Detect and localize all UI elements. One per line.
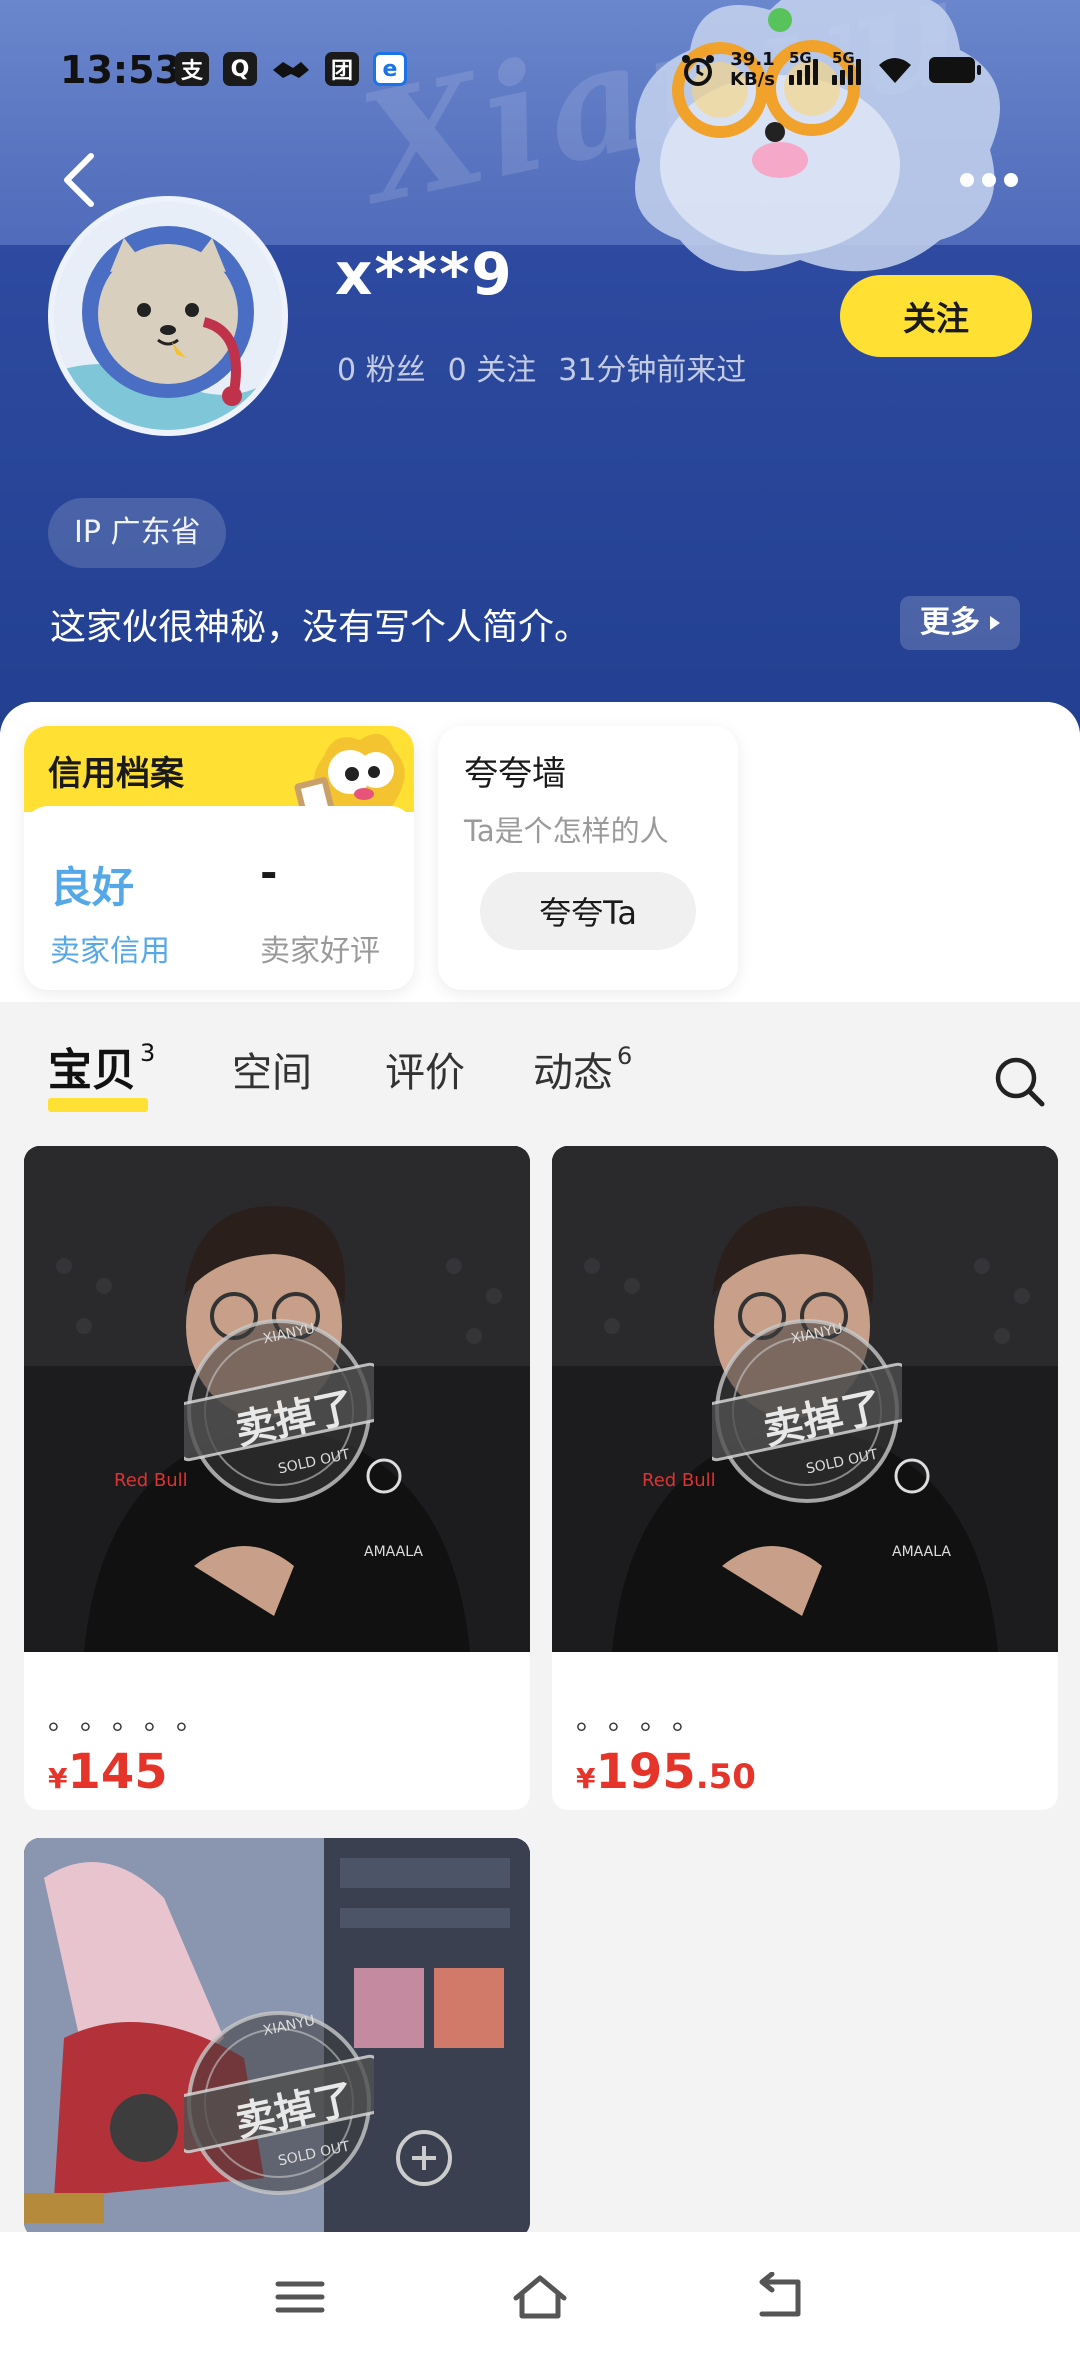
network-speed-unit: KB/s [730,69,775,90]
tab-reviews[interactable]: 评价 [385,1040,465,1098]
tab-reviews-label: 评价 [385,1050,465,1096]
handshake-icon [273,62,309,78]
item-card[interactable]: 卖掉了 XIANYU SOLD OUT [24,1838,530,2238]
price-integer: 195 [595,1744,696,1800]
item-card[interactable]: Red Bull AMAALA 卖掉了 XIANYU SOLD OUT 。。。。… [24,1146,530,1810]
username: x***9 [335,240,514,308]
seller-credit-label: 卖家信用 [50,934,170,969]
svg-text:AMAALA: AMAALA [892,1544,951,1560]
active-tab-indicator [48,1098,148,1112]
svg-text:AMAALA: AMAALA [364,1544,423,1560]
tab-activity-label: 动态 [533,1050,613,1096]
status-right: 39.1 KB/s 5G 5G [680,49,981,90]
svg-text:Red Bull: Red Bull [114,1470,188,1491]
avatar[interactable] [48,196,288,436]
dot-icon [960,173,974,187]
tab-items-label: 宝贝 [48,1045,136,1096]
caret-right-icon [990,616,1000,630]
credit-card-body: 良好 卖家信用 - 卖家好评 [24,806,414,990]
tab-items-count: 3 [140,1039,156,1068]
seller-review-label: 卖家好评 [260,934,380,969]
alipay-icon: 支 [175,52,209,86]
sim1-label: 5G [788,49,812,67]
price-decimal: .50 [695,1757,756,1797]
sim2-label: 5G [831,49,855,67]
item-image: Red Bull AMAALA 卖掉了 XIANYU SOLD OUT [24,1146,530,1652]
item-image: Red Bull AMAALA 卖掉了 XIANYU SOLD OUT [552,1146,1058,1652]
system-navigation-bar [0,2232,1080,2358]
credit-card-title: 信用档案 [48,754,184,794]
tab-activity[interactable]: 动态 6 [533,1040,632,1098]
search-icon[interactable] [992,1054,1048,1110]
qq-icon: Q [223,52,257,86]
fans-count[interactable]: 0 粉丝 [337,345,426,389]
praise-wall-subtitle: Ta是个怎样的人 [464,814,669,848]
back-nav-icon[interactable] [750,2272,810,2322]
bio-text: 这家伙很神秘，没有写个人简介。 [50,607,591,648]
meituan-icon: 团 [325,52,359,86]
dot-icon [1004,173,1018,187]
status-app-icons: 支 Q 团 e [175,52,407,86]
item-price: ¥145 [48,1744,168,1800]
battery-icon [928,57,981,83]
follow-button[interactable]: 关注 [840,275,1032,357]
menu-icon[interactable] [270,2272,330,2322]
network-speed-value: 39.1 [730,49,775,70]
profile-stats: 0 粉丝 0 关注 31分钟前来过 [337,345,746,389]
content-sheet: 信用档案 良好 卖家信用 - 卖家好评 夸夸墙 Ta是个怎样的人 夸夸Ta 宝贝… [0,702,1080,2252]
signal-icon-sim2: 5G [831,49,861,85]
avatar-image [54,202,282,430]
status-bar: 13:53 支 Q 团 e 39.1 KB/s 5G 5G [0,0,1080,150]
dot-icon [982,173,996,187]
tab-items[interactable]: 宝贝 3 [48,1034,155,1098]
network-speed: 39.1 KB/s [730,50,775,90]
ip-location-tag: IP 广东省 [48,498,227,568]
wifi-icon [878,58,911,83]
item-card[interactable]: Red Bull AMAALA 卖掉了 XIANYU SOLD OUT 。。。。… [552,1146,1058,1810]
seller-review-value: - [260,848,278,897]
status-time: 13:53 [60,48,181,92]
item-title: 。。。。。 [48,1703,223,1736]
back-button[interactable] [55,150,105,210]
message-app-icon: e [373,52,407,86]
alarm-icon [682,55,714,86]
signal-icon-sim1: 5G [788,49,818,85]
profile-tabs: 宝贝 3 空间 评价 动态 6 [0,1002,1080,1122]
svg-text:Red Bull: Red Bull [642,1470,716,1491]
more-info-label: 更多 [920,605,980,640]
more-info-button[interactable]: 更多 [900,596,1020,650]
praise-wall-card[interactable]: 夸夸墙 Ta是个怎样的人 夸夸Ta [438,726,738,990]
praise-wall-title: 夸夸墙 [464,754,566,794]
last-seen: 31分钟前来过 [558,353,747,388]
tab-activity-count: 6 [617,1041,633,1070]
more-options-button[interactable] [960,160,1030,200]
tab-space[interactable]: 空间 [232,1040,312,1098]
item-title: 。。。。 [576,1703,719,1736]
item-price: ¥195.50 [576,1744,756,1800]
price-currency: ¥ [576,1762,596,1795]
credit-profile-card[interactable]: 信用档案 良好 卖家信用 - 卖家好评 [24,726,414,990]
price-integer: 145 [67,1744,168,1800]
price-currency: ¥ [48,1762,68,1795]
praise-button[interactable]: 夸夸Ta [480,872,696,950]
item-image: 卖掉了 XIANYU SOLD OUT [24,1838,530,2238]
following-count[interactable]: 0 关注 [448,345,537,389]
home-icon[interactable] [510,2272,570,2322]
tab-space-label: 空间 [232,1050,312,1096]
profile-header: Xianyu 13:53 支 Q 团 e [0,0,1080,740]
seller-credit-value: 良好 [50,863,135,912]
